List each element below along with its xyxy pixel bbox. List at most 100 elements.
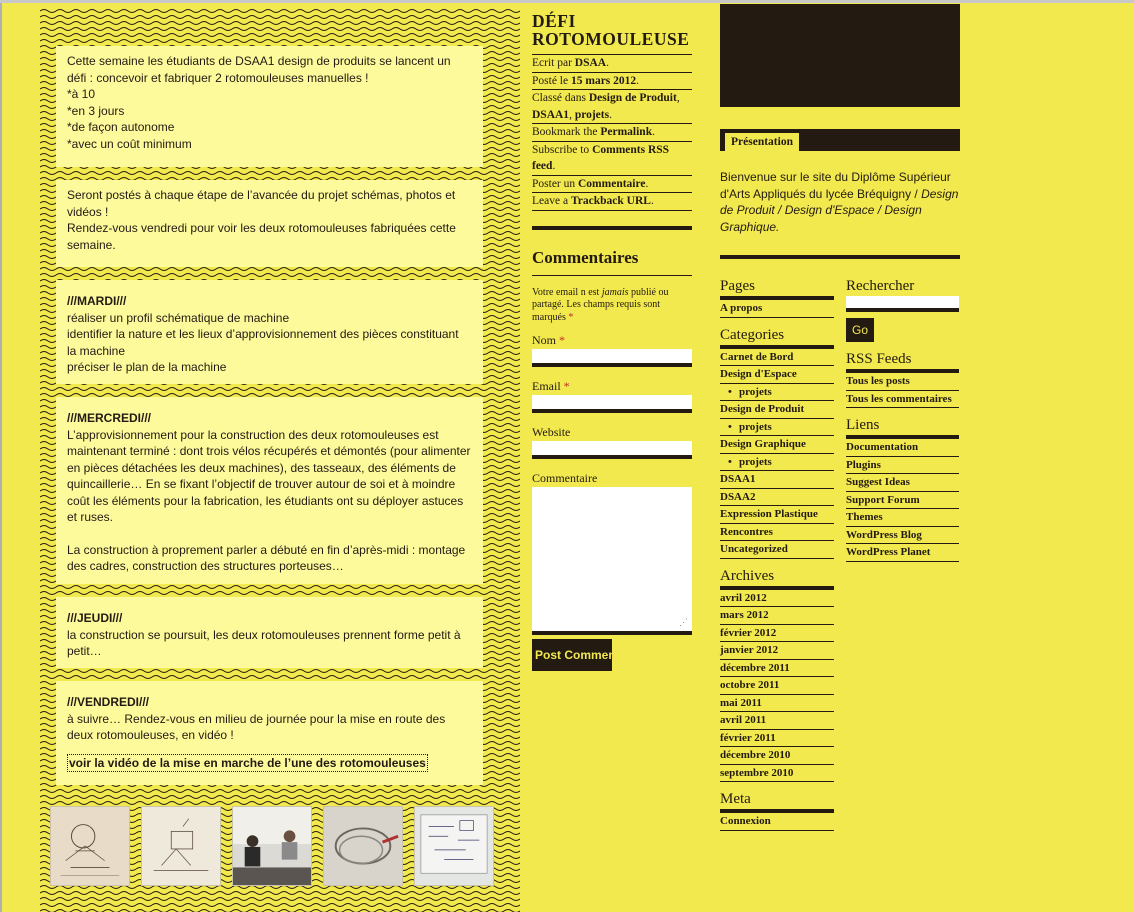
browser-left-edge: [0, 3, 2, 912]
archive-link[interactable]: avril 2011: [720, 712, 834, 730]
search-input[interactable]: [846, 296, 959, 312]
sidebar-left: Pages A propos Categories Carnet de Bord…: [720, 278, 834, 840]
search-widget: Rechercher Go: [846, 278, 959, 342]
rss-posts-link[interactable]: Tous les posts: [846, 373, 959, 391]
post-block-announce: Seront postés à chaque étape de l’avancé…: [56, 180, 483, 267]
blogroll-link[interactable]: Documentation: [846, 439, 959, 457]
presentation-bar: Présentation: [720, 129, 960, 151]
blogroll-link[interactable]: Themes: [846, 509, 959, 527]
gallery-thumbnail[interactable]: [232, 806, 312, 886]
intro-point: *à 10: [67, 87, 96, 101]
pages-widget: Pages A propos: [720, 278, 834, 318]
search-title: Rechercher: [846, 278, 915, 294]
archive-link[interactable]: septembre 2010: [720, 765, 834, 782]
day-text: la construction se poursuit, les deux ro…: [67, 627, 461, 659]
sketch-image: [142, 807, 220, 885]
bullet-icon: •: [728, 385, 732, 398]
gallery-thumbnail[interactable]: [414, 806, 494, 886]
categories-widget: Categories Carnet de Bord Design d'Espace…: [720, 327, 834, 559]
archive-link[interactable]: mars 2012: [720, 607, 834, 625]
email-label: Email *: [532, 379, 570, 393]
post-block-mercredi: ///MERCREDI/// L’approvisionnement pour …: [56, 397, 483, 584]
gallery-thumbnail[interactable]: [50, 806, 130, 886]
sidebar-right: Rechercher Go RSS Feeds Tous les posts T…: [846, 278, 959, 571]
blogroll-link[interactable]: Suggest Ideas: [846, 474, 959, 492]
name-label: Nom *: [532, 333, 565, 347]
website-label: Website: [532, 425, 571, 439]
category-link[interactable]: Uncategorized: [720, 541, 834, 559]
links-list: Documentation Plugins Suggest Ideas Support…: [846, 439, 959, 562]
comments-heading: Commentaires: [532, 248, 692, 276]
trackback-link[interactable]: Trackback URL: [571, 195, 651, 207]
browser-top-edge: [0, 0, 1134, 3]
post-comment-link[interactable]: Commentaire: [578, 178, 646, 190]
post-block-intro: Cette semaine les étudiants de DSAA1 des…: [56, 46, 483, 167]
rss-widget: RSS Feeds Tous les posts Tous les commen…: [846, 351, 959, 408]
day-heading: ///MERCREDI///: [67, 411, 152, 425]
comment-textarea[interactable]: ⋰: [532, 487, 692, 635]
category-link[interactable]: Design Graphique: [720, 436, 834, 454]
search-button[interactable]: Go: [846, 318, 874, 342]
category-link[interactable]: Design de Produit: [720, 401, 834, 419]
login-link[interactable]: Connexion: [720, 813, 834, 831]
meta-bookmark: Bookmark the Permalink.: [532, 123, 692, 141]
meta-comment: Poster un Commentaire.: [532, 174, 692, 193]
archive-link[interactable]: janvier 2012: [720, 642, 834, 660]
category-link[interactable]: DSAA1: [532, 109, 569, 121]
archives-title: Archives: [720, 568, 834, 590]
meta-widget: Meta Connexion: [720, 791, 834, 831]
archive-link[interactable]: avril 2012: [720, 590, 834, 607]
category-link[interactable]: DSAA1: [720, 471, 834, 489]
subcategory-link[interactable]: • projets: [720, 419, 834, 436]
category-link[interactable]: projets: [575, 109, 609, 121]
blogroll-link[interactable]: Plugins: [846, 457, 959, 474]
archive-link[interactable]: décembre 2010: [720, 747, 834, 765]
category-link[interactable]: Expression Plastique: [720, 506, 834, 524]
post-content: Cette semaine les étudiants de DSAA1 des…: [40, 8, 520, 912]
category-link[interactable]: DSAA2: [720, 489, 834, 506]
name-field[interactable]: [532, 349, 692, 367]
meta-title: Meta: [720, 791, 834, 813]
blogroll-link[interactable]: WordPress Blog: [846, 527, 959, 544]
day-heading: ///MARDI///: [67, 294, 127, 308]
website-field[interactable]: [532, 441, 692, 459]
blogroll-link[interactable]: Support Forum: [846, 492, 959, 509]
category-link[interactable]: Design de Produit: [589, 92, 677, 104]
wheels-photo: [324, 807, 402, 885]
post-title: DÉFI ROTOMOULEUSE: [532, 11, 690, 49]
blogroll-link[interactable]: WordPress Planet: [846, 544, 959, 562]
video-link[interactable]: voir la vidéo de la mise en marche de l’…: [67, 753, 428, 772]
post-block-mardi: ///MARDI/// réaliser un profil schématiq…: [56, 280, 483, 384]
author-link[interactable]: DSAA: [575, 57, 606, 69]
announce-text: Seront postés à chaque étape de l’avancé…: [67, 188, 456, 219]
archive-link[interactable]: février 2011: [720, 730, 834, 747]
meta-date: Posté le 15 mars 2012.: [532, 71, 692, 90]
subcategory-link[interactable]: • projets: [720, 454, 834, 471]
permalink-link[interactable]: Permalink: [600, 126, 652, 138]
whiteboard-photo: [415, 807, 493, 885]
archive-link[interactable]: mai 2011: [720, 695, 834, 712]
required-star: *: [568, 311, 574, 323]
rss-comments-link[interactable]: Tous les commentaires: [846, 391, 959, 408]
post-comment-button[interactable]: Post Comment: [532, 639, 612, 671]
archive-link[interactable]: octobre 2011: [720, 677, 834, 695]
resize-handle-icon[interactable]: ⋰: [679, 618, 688, 627]
intro-point: *avec un coût minimum: [67, 136, 192, 151]
archive-link[interactable]: février 2012: [720, 625, 834, 642]
category-link[interactable]: Rencontres: [720, 524, 834, 541]
day-heading: ///JEUDI///: [67, 611, 123, 625]
gallery-thumbnail[interactable]: [141, 806, 221, 886]
day-text: L’approvisionnement pour la construction…: [67, 427, 471, 525]
archive-link[interactable]: décembre 2011: [720, 660, 834, 677]
subcategory-link[interactable]: • projets: [720, 384, 834, 401]
meta-trackback: Leave a Trackback URL.: [532, 192, 692, 211]
category-link[interactable]: Carnet de Bord: [720, 349, 834, 366]
email-field[interactable]: [532, 395, 692, 413]
page-link[interactable]: A propos: [720, 300, 834, 318]
category-link[interactable]: Design d'Espace: [720, 366, 834, 384]
intro-point: *de façon autonome: [67, 120, 175, 134]
gallery-thumbnail[interactable]: [323, 806, 403, 886]
meta-author: Ecrit par DSAA.: [532, 54, 692, 72]
meta-categories: Classé dans Design de Produit, DSAA1, pr…: [532, 89, 692, 123]
